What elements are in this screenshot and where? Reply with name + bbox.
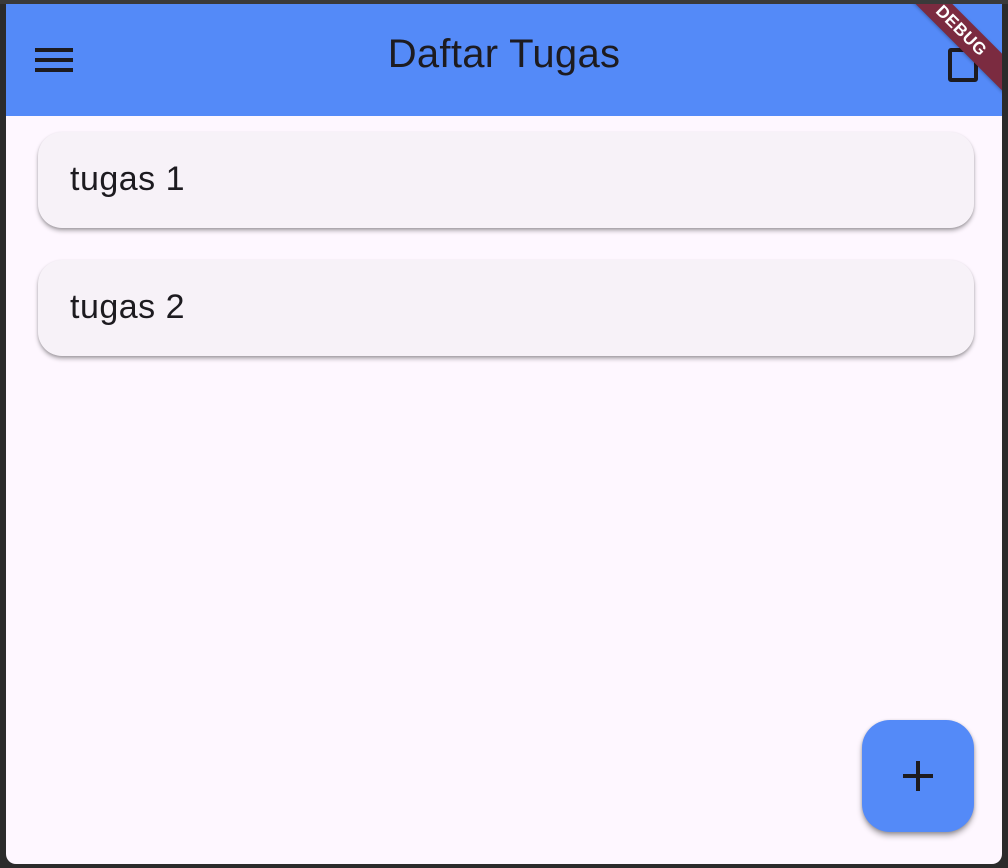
add-task-button[interactable]	[862, 720, 974, 832]
task-label: tugas 2	[70, 288, 186, 326]
page-title: Daftar Tugas	[387, 32, 621, 76]
app-window: Daftar Tugas DEBUG tugas 1 tugas 2	[6, 4, 1002, 864]
task-card[interactable]: tugas 2	[38, 260, 974, 356]
task-card[interactable]: tugas 1	[38, 132, 974, 228]
app-bar: Daftar Tugas DEBUG	[6, 4, 1002, 116]
task-label: tugas 1	[70, 160, 186, 198]
task-list: tugas 1 tugas 2	[38, 132, 974, 388]
